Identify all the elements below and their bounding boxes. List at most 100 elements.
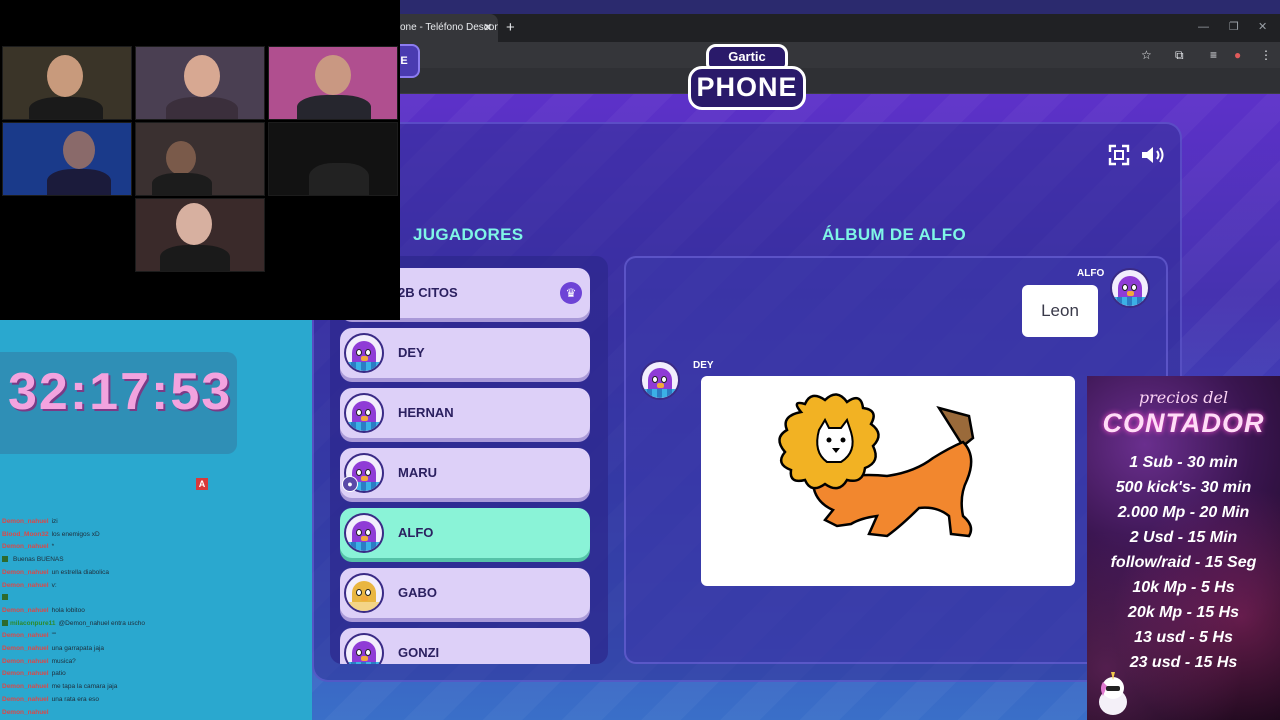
tab-gartic-phone[interactable]: one - Teléfono Descon bbox=[388, 14, 498, 42]
player-avatar bbox=[344, 633, 384, 664]
player-name: ALFO bbox=[398, 525, 434, 540]
album-text-bubble: Leon bbox=[1022, 285, 1098, 337]
chat-username: Demon_nahuel bbox=[2, 708, 49, 716]
unicorn-icon bbox=[1099, 672, 1127, 715]
chat-text: @Demon_nahuel entra uscho bbox=[58, 619, 145, 627]
album-drawing bbox=[701, 376, 1075, 586]
webcam-feed bbox=[268, 122, 398, 196]
player-name: DEY bbox=[398, 345, 425, 360]
chat-message: Demon_nahuel una rata era eso bbox=[2, 694, 99, 706]
chat-username: Demon_nahuel bbox=[2, 695, 49, 703]
players-title: JUGADORES bbox=[413, 225, 524, 244]
webcam-feed bbox=[2, 122, 132, 196]
chat-message: Demon_nahuel * bbox=[2, 541, 54, 553]
gartic-phone-logo: Gartic PHONE bbox=[688, 44, 806, 116]
price-line: 10k Mp - 5 Hs bbox=[1132, 579, 1235, 596]
prices-title: CONTADOR bbox=[1102, 408, 1265, 438]
screen: one - Teléfono Descon ✕ + — ❐ ✕ ☆ ⧉ ≡ ● … bbox=[0, 0, 1280, 720]
player-name: 2B CITOS bbox=[398, 285, 458, 300]
tab-close-icon[interactable]: ✕ bbox=[483, 21, 492, 35]
media-icon[interactable]: ≡ bbox=[1210, 46, 1217, 64]
player-row[interactable]: GABO bbox=[340, 568, 590, 618]
player-avatar bbox=[344, 513, 384, 553]
chat-text: patio bbox=[51, 670, 66, 678]
chat-message: Demon_nahuel una garrapata jaja bbox=[2, 643, 104, 655]
chat-badge-icon bbox=[2, 556, 8, 563]
subathon-timer: 32:17:53 bbox=[8, 363, 233, 421]
chat-text: v: bbox=[51, 581, 57, 589]
logo-main-text: PHONE bbox=[688, 66, 806, 110]
chat-message: milaconpure11 @Demon_nahuel entra uscho bbox=[2, 618, 145, 630]
chat-text: los enemigos xD bbox=[51, 530, 100, 538]
chat-username: Demon_nahuel bbox=[2, 683, 49, 691]
chat-message: Demon_nahuel me tapa la camara jaja bbox=[2, 681, 117, 693]
prices-subtitle: precios del bbox=[1138, 388, 1229, 407]
chat-badge-icon bbox=[2, 619, 8, 626]
chat-text: un estrella diabolica bbox=[51, 568, 110, 576]
album-entry-author: ALFO bbox=[1077, 268, 1105, 279]
chat-text: una rata era eso bbox=[51, 695, 99, 703]
webcam-feed bbox=[2, 46, 132, 120]
chat-message: Demon_nahuel musica? bbox=[2, 656, 76, 668]
chat-text: hola lobitoo bbox=[51, 606, 85, 614]
chat-message: Demon_nahuel hola lobitoo bbox=[2, 605, 85, 617]
chat-message: Blood_Moon32 los enemigos xD bbox=[2, 529, 100, 541]
chat-message: Demon_nahuel patio bbox=[2, 668, 66, 680]
chat-message bbox=[2, 592, 13, 604]
album-title: ÁLBUM DE ALFO bbox=[822, 225, 966, 244]
chat-message: Demon_nahuel "" bbox=[2, 630, 56, 642]
chat-message: Buenas BUENAS bbox=[2, 554, 64, 566]
restore-button[interactable]: ❐ bbox=[1229, 19, 1239, 35]
webcam-feed bbox=[135, 46, 265, 120]
player-row[interactable]: HERNAN bbox=[340, 388, 590, 438]
alert-icon: A bbox=[196, 478, 208, 490]
player-row-active[interactable]: ALFO bbox=[340, 508, 590, 558]
chat-message: Demon_nahuel v: bbox=[2, 580, 57, 592]
chat-text: * bbox=[51, 543, 55, 551]
price-line: 20k Mp - 15 Hs bbox=[1127, 604, 1240, 621]
chat-text: izi bbox=[51, 518, 58, 525]
chat-username: milaconpure11 bbox=[10, 619, 56, 627]
price-line: 2 Usd - 15 Min bbox=[1129, 529, 1238, 546]
chat-username: Demon_nahuel bbox=[2, 518, 49, 525]
chat-username: Demon_nahuel bbox=[2, 581, 49, 589]
player-name: MARU bbox=[398, 465, 437, 480]
chat-message: Demon_nahuel izi bbox=[2, 516, 58, 528]
webcam-feed bbox=[268, 46, 398, 120]
menu-dots-icon[interactable]: ⋮ bbox=[1260, 46, 1272, 64]
star-icon[interactable]: ☆ bbox=[1141, 46, 1152, 64]
chat-text: una garrapata jaja bbox=[51, 645, 104, 652]
player-name: GONZI bbox=[398, 645, 440, 660]
player-avatar bbox=[344, 573, 384, 613]
player-name: HERNAN bbox=[398, 405, 454, 420]
lion-drawing bbox=[778, 393, 975, 538]
chat-message: Demon_nahuel bbox=[2, 707, 52, 719]
player-name: GABO bbox=[398, 585, 437, 600]
chat-username: Demon_nahuel bbox=[2, 606, 49, 614]
webcam-grid bbox=[0, 0, 400, 320]
profile-icon[interactable]: ● bbox=[1234, 46, 1241, 64]
volume-icon[interactable] bbox=[1140, 144, 1166, 166]
close-window-button[interactable]: ✕ bbox=[1258, 19, 1267, 35]
chat-username: Demon_nahuel bbox=[2, 670, 49, 678]
extensions-icon[interactable]: ⧉ bbox=[1175, 46, 1184, 64]
chat-text: Buenas BUENAS bbox=[13, 556, 64, 564]
player-row[interactable]: ● MARU bbox=[340, 448, 590, 498]
album-entry-avatar bbox=[640, 360, 680, 400]
chat-username: Blood_Moon32 bbox=[2, 530, 49, 538]
webcam-feed bbox=[135, 122, 265, 196]
chat-username: Demon_nahuel bbox=[2, 657, 49, 665]
price-line: follow/raid - 15 Seg bbox=[1110, 554, 1257, 571]
price-line: 1 Sub - 30 min bbox=[1129, 454, 1238, 471]
album-entry-avatar bbox=[1110, 268, 1150, 308]
player-row[interactable]: DEY bbox=[340, 328, 590, 378]
minimize-button[interactable]: — bbox=[1198, 19, 1209, 35]
price-line: 23 usd - 15 Hs bbox=[1129, 654, 1238, 671]
new-tab-button[interactable]: + bbox=[506, 18, 515, 38]
user-badge-icon: ● bbox=[342, 476, 358, 492]
chat-text: musica? bbox=[51, 657, 76, 665]
price-line: 500 kick's- 30 min bbox=[1115, 479, 1252, 496]
player-avatar bbox=[344, 333, 384, 373]
player-row[interactable]: GONZI bbox=[340, 628, 590, 664]
fullscreen-icon[interactable] bbox=[1108, 144, 1130, 166]
